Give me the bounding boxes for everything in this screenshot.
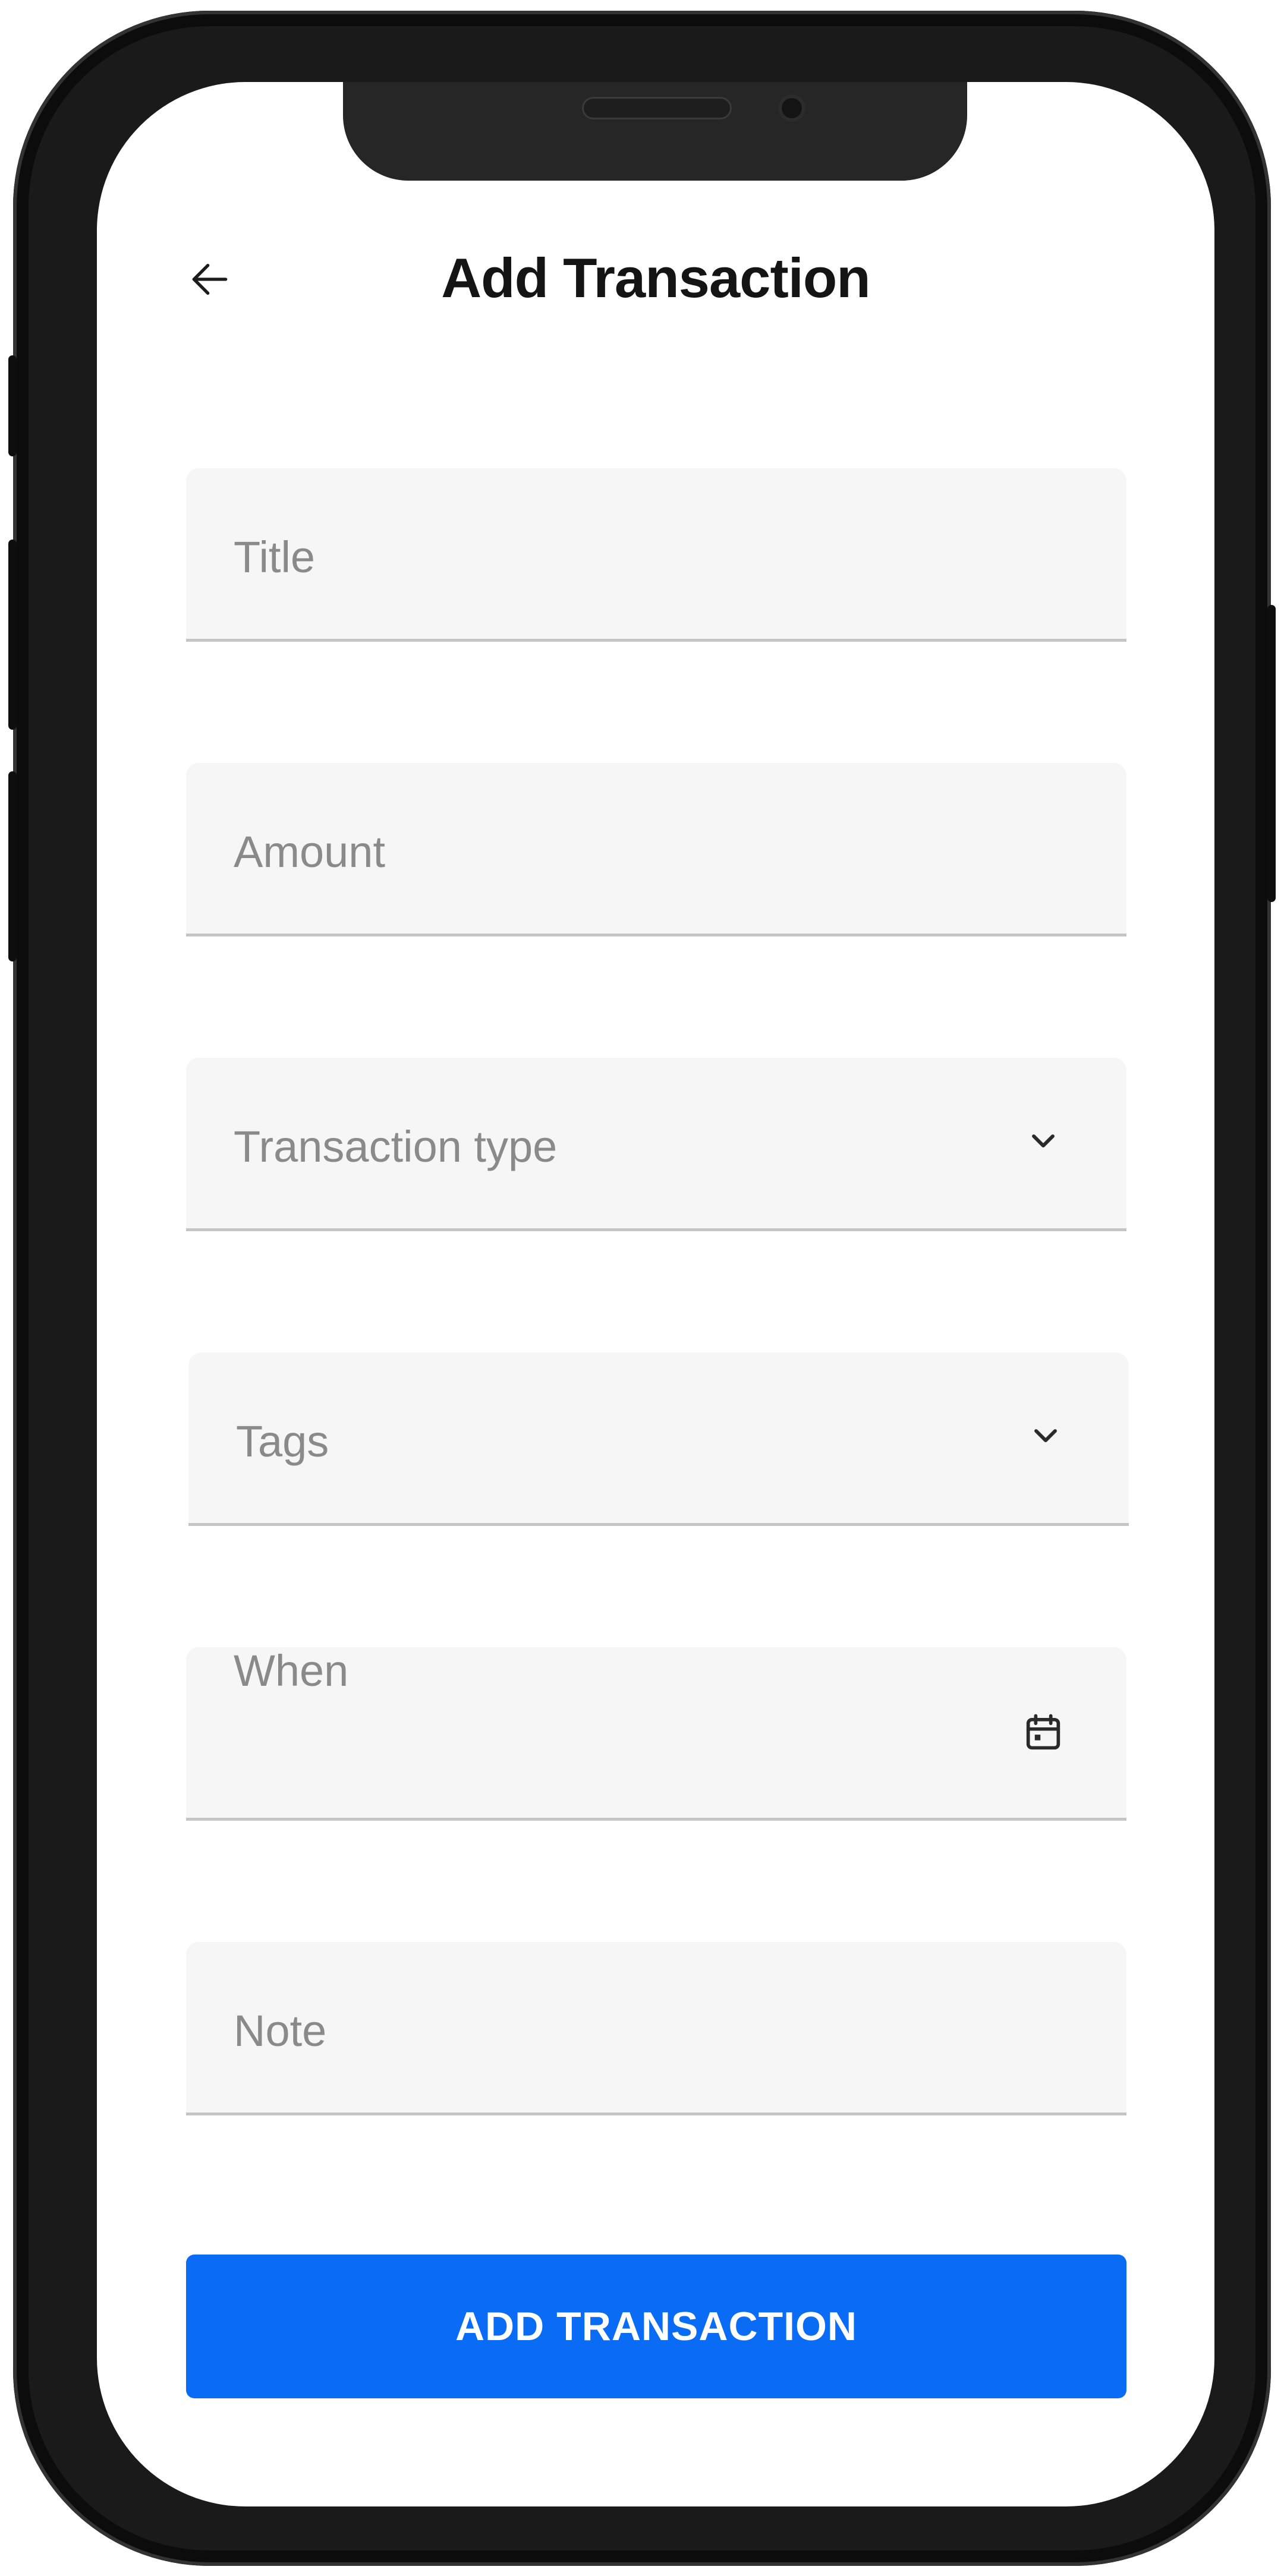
- power-button: [1267, 605, 1276, 902]
- title-field[interactable]: Title: [186, 468, 1126, 642]
- front-camera: [778, 94, 805, 122]
- chevron-down-icon[interactable]: [1019, 1117, 1067, 1165]
- title-field-label: Title: [234, 532, 316, 582]
- speaker-grille: [582, 97, 732, 119]
- when-date-field[interactable]: When: [186, 1647, 1126, 1821]
- tags-select[interactable]: Tags: [188, 1352, 1129, 1526]
- note-field[interactable]: Note: [186, 1942, 1126, 2115]
- notch: [343, 82, 967, 181]
- amount-field[interactable]: Amount: [186, 763, 1126, 937]
- tags-label: Tags: [236, 1417, 329, 1466]
- page-title: Add Transaction: [441, 247, 870, 309]
- transaction-type-label: Transaction type: [234, 1122, 558, 1171]
- volume-down-button: [8, 771, 17, 961]
- amount-field-label: Amount: [234, 827, 386, 876]
- transaction-type-select[interactable]: Transaction type: [186, 1058, 1126, 1231]
- app-screen: Add Transaction Title Amount Transaction…: [97, 82, 1214, 2506]
- when-label: When: [234, 1646, 349, 1695]
- note-field-label: Note: [234, 2006, 327, 2055]
- volume-up-button: [8, 540, 17, 730]
- calendar-icon[interactable]: [1019, 1709, 1067, 1757]
- add-transaction-button[interactable]: ADD TRANSACTION: [186, 2255, 1126, 2398]
- silent-switch: [8, 355, 17, 456]
- chevron-down-icon[interactable]: [1022, 1412, 1069, 1459]
- phone-frame: Add Transaction Title Amount Transaction…: [8, 11, 1276, 2566]
